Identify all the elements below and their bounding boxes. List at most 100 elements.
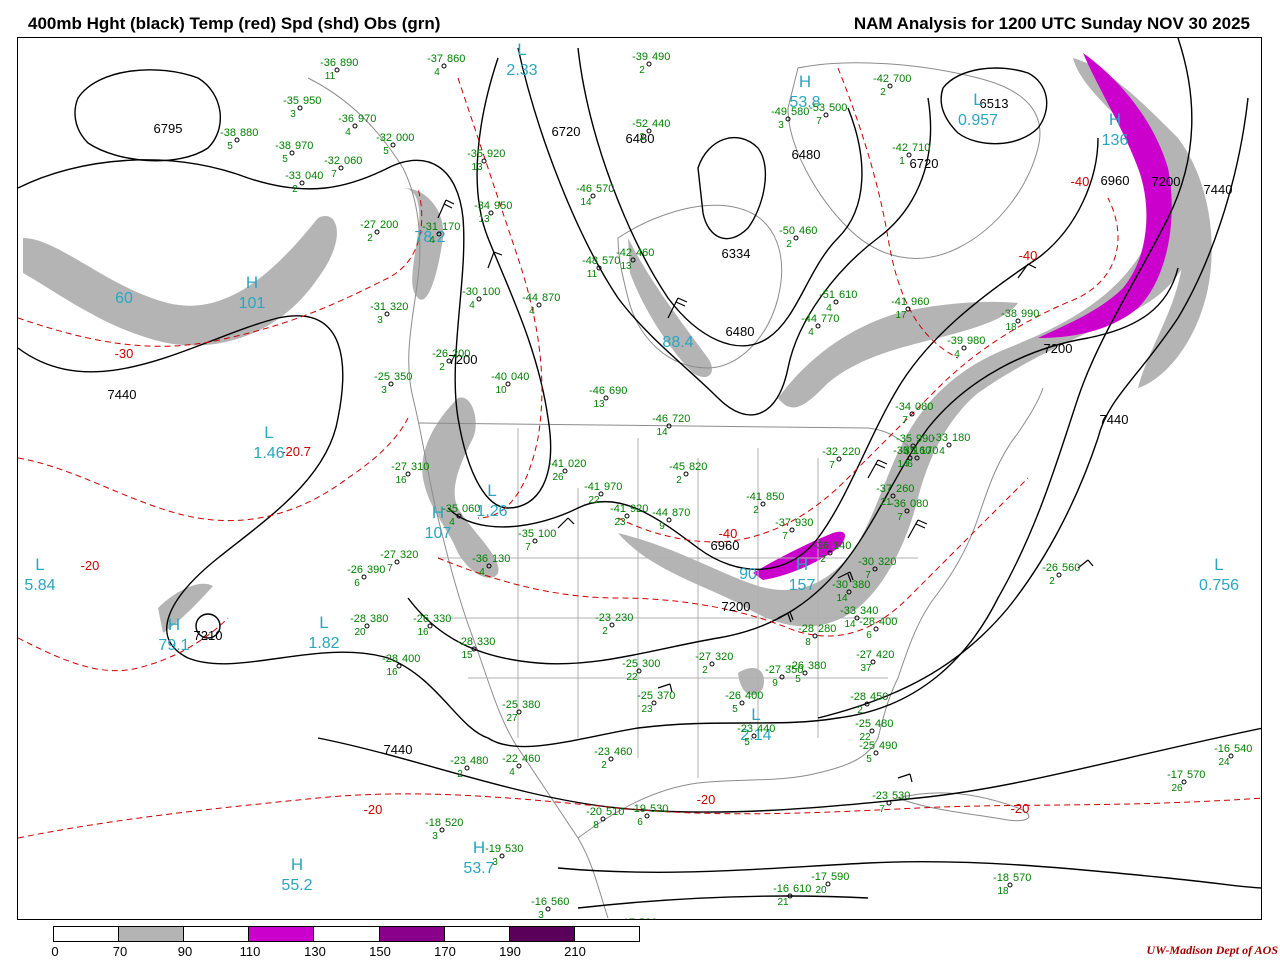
legend-swatch bbox=[574, 927, 639, 941]
obs-height: 530 bbox=[650, 803, 668, 815]
obs-height: 880 bbox=[240, 127, 258, 139]
pressure-center-value: 1.46 bbox=[253, 445, 284, 462]
station-observation: -18 570 18 bbox=[993, 872, 1031, 897]
chart-title-left: 400mb Hght (black) Temp (red) Spd (shd) … bbox=[28, 14, 441, 33]
obs-dewpoint-depression: 7 bbox=[829, 460, 835, 471]
pressure-center-letter: L bbox=[517, 40, 526, 59]
obs-dewpoint-depression: 2 bbox=[602, 626, 608, 637]
obs-temperature: -40 bbox=[491, 371, 507, 383]
obs-temperature: -23 bbox=[594, 746, 610, 758]
obs-height: 520 bbox=[445, 817, 463, 829]
obs-temperature: -36 bbox=[813, 540, 829, 552]
obs-dewpoint-depression: 22 bbox=[626, 672, 638, 683]
height-label: 6960 bbox=[1101, 173, 1130, 188]
height-label: 6720 bbox=[552, 124, 581, 139]
obs-dewpoint-depression: 2 bbox=[820, 554, 826, 565]
obs-dewpoint-depression: 5 bbox=[866, 754, 872, 765]
obs-temperature: -39 bbox=[632, 51, 648, 63]
temperature-label: -40 bbox=[719, 526, 738, 541]
pressure-center-letter: H bbox=[796, 555, 808, 574]
station-marker bbox=[476, 296, 482, 302]
height-label: 7200 bbox=[1152, 174, 1181, 189]
obs-temperature: -46 bbox=[589, 385, 605, 397]
obs-temperature: -27 bbox=[360, 219, 376, 231]
obs-temperature: -48 bbox=[582, 255, 598, 267]
obs-temperature: -25 bbox=[502, 699, 518, 711]
obs-temperature: -42 bbox=[616, 247, 632, 259]
obs-dewpoint-depression: 3 bbox=[290, 109, 296, 120]
legend-tick-label: 190 bbox=[499, 944, 521, 959]
obs-dewpoint-depression: 14 bbox=[580, 197, 592, 208]
station-marker bbox=[297, 105, 303, 111]
obs-dewpoint-depression: 2 bbox=[601, 760, 607, 771]
station-marker bbox=[388, 381, 394, 387]
pressure-center-value: 0.756 bbox=[1199, 577, 1239, 594]
obs-height: 170 bbox=[442, 221, 460, 233]
obs-dewpoint-depression: 2 bbox=[639, 132, 645, 143]
obs-temperature: -33 bbox=[840, 605, 856, 617]
legend-tick-label: 150 bbox=[369, 944, 391, 959]
obs-height: 200 bbox=[380, 219, 398, 231]
obs-temperature: -38 bbox=[220, 127, 236, 139]
obs-height: 570 bbox=[596, 183, 614, 195]
obs-dewpoint-depression: 20 bbox=[354, 627, 366, 638]
obs-temperature: -42 bbox=[873, 73, 889, 85]
station-observation: -41 920 23 bbox=[610, 503, 648, 528]
obs-height: 060 bbox=[462, 503, 480, 515]
obs-height: 570 bbox=[1187, 769, 1205, 781]
obs-dewpoint-depression: 11 bbox=[587, 269, 598, 280]
obs-temperature: -39 bbox=[947, 335, 963, 347]
obs-height: 490 bbox=[652, 51, 670, 63]
obs-height: 180 bbox=[952, 432, 970, 444]
obs-height: 960 bbox=[911, 296, 929, 308]
obs-height: 950 bbox=[303, 95, 321, 107]
obs-temperature: -23 bbox=[872, 790, 888, 802]
obs-dewpoint-depression: 16 bbox=[417, 627, 429, 638]
station-marker bbox=[374, 229, 380, 235]
station-observation: -27 420 37 bbox=[856, 649, 894, 674]
obs-dewpoint-depression: 7 bbox=[902, 415, 908, 426]
station-observation: -33 040 2 bbox=[285, 170, 323, 195]
obs-temperature: -41 bbox=[584, 481, 600, 493]
station-marker bbox=[234, 137, 240, 143]
station-marker bbox=[823, 112, 829, 118]
station-marker bbox=[338, 165, 344, 171]
obs-temperature: -45 bbox=[669, 461, 685, 473]
credit-text: UW-Madison Dept of AOS bbox=[1146, 943, 1278, 957]
station-marker bbox=[873, 750, 879, 756]
obs-dewpoint-depression: 6 bbox=[354, 578, 360, 589]
station-observation: -36 890 11 bbox=[320, 57, 358, 82]
obs-temperature: -26 bbox=[413, 613, 429, 625]
obs-temperature: -49 bbox=[771, 106, 787, 118]
obs-dewpoint-depression: 4 bbox=[345, 127, 351, 138]
obs-temperature: -28 bbox=[457, 636, 473, 648]
station-marker bbox=[427, 623, 433, 629]
obs-temperature: -31 bbox=[370, 301, 386, 313]
obs-dewpoint-depression: 18 bbox=[1005, 322, 1017, 333]
obs-temperature: -41 bbox=[610, 503, 626, 515]
pressure-center-letter: L bbox=[35, 555, 44, 574]
station-observation: -53 500 7 bbox=[809, 102, 847, 127]
weather-map: 6795 6720 6480 6480 6334 6513 6720 6960 7200 7440… bbox=[17, 37, 1262, 920]
station-observation: -51 6104 bbox=[819, 289, 857, 314]
obs-temperature: -35 bbox=[467, 148, 483, 160]
obs-height: 530 bbox=[892, 790, 910, 802]
obs-dewpoint-depression: 20 bbox=[815, 885, 827, 896]
obs-temperature: -19 bbox=[630, 803, 646, 815]
obs-temperature: -33 bbox=[285, 170, 301, 182]
obs-temperature: -25 bbox=[374, 371, 390, 383]
obs-dewpoint-depression: 7 bbox=[879, 804, 885, 815]
station-marker bbox=[760, 501, 766, 507]
temperature-label: -40 bbox=[1019, 248, 1038, 263]
obs-temperature: -16 bbox=[531, 896, 547, 908]
obs-dewpoint-depression: 13 bbox=[620, 261, 632, 272]
obs-dewpoint-depression: 4 bbox=[954, 349, 960, 360]
height-label: 6513 bbox=[980, 96, 1009, 111]
pressure-center-letter: H bbox=[246, 273, 258, 292]
station-marker bbox=[961, 345, 967, 351]
obs-height: 860 bbox=[447, 53, 465, 65]
obs-height: 460 bbox=[799, 225, 817, 237]
obs-temperature: -26 bbox=[347, 564, 363, 576]
obs-dewpoint-depression: 26 bbox=[1171, 783, 1183, 794]
obs-temperature: -36 bbox=[890, 498, 906, 510]
